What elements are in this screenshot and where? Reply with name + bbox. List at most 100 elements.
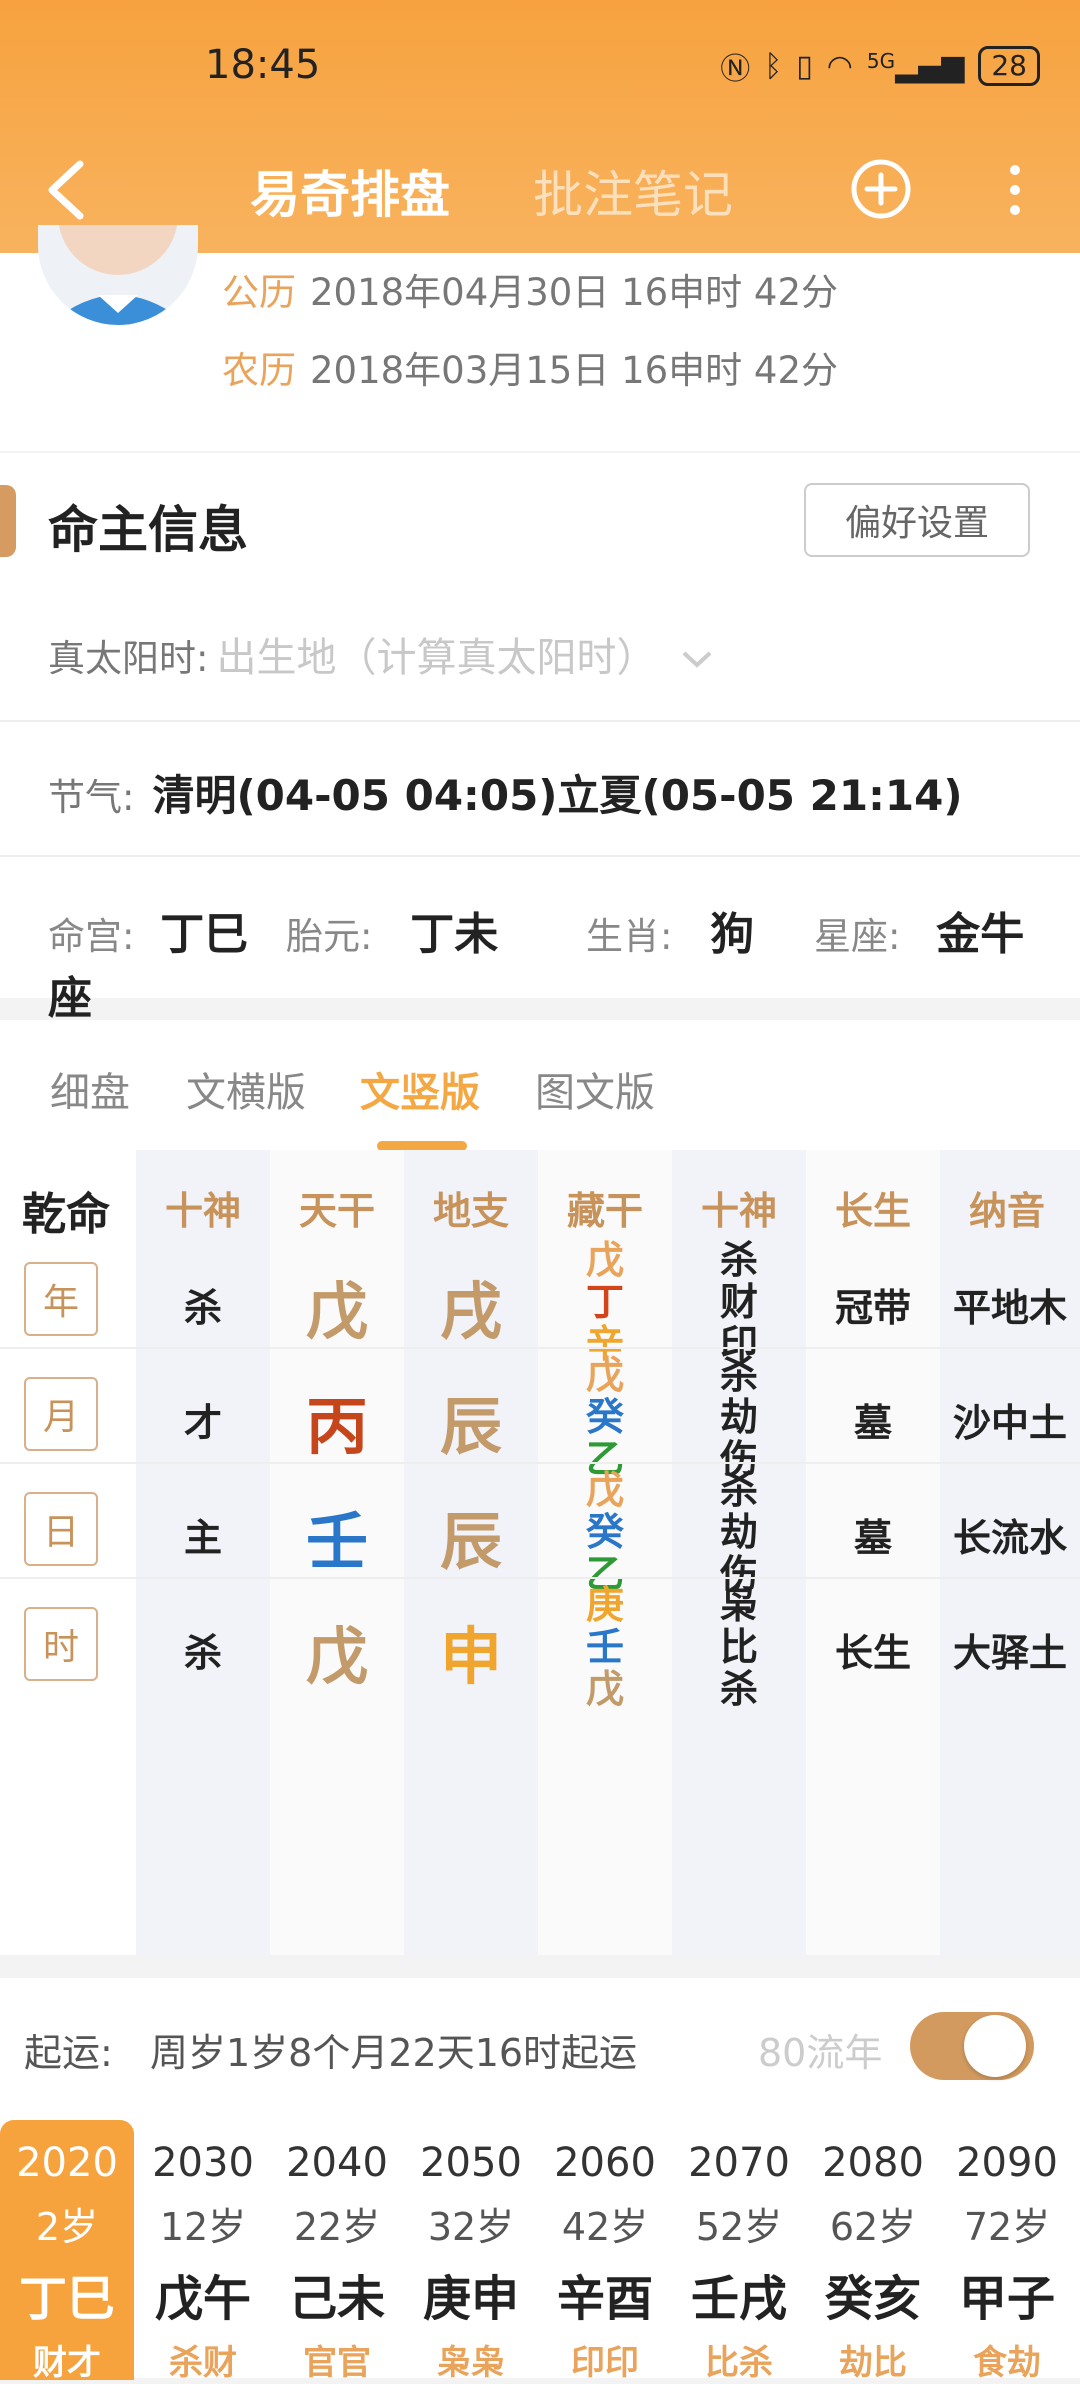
luck-ss: 印印 [571,2343,639,2383]
luck-year: 2050 [420,2140,522,2186]
signal-icon: 5G▂▄▆ [866,48,965,84]
luck-ss: 比杀 [705,2343,773,2383]
minggong-value: 丁巳 [160,909,249,960]
bluetooth-icon: ᛒ [764,48,783,84]
nayin-cell: 长流水 [952,1516,1067,1560]
tab-xipan[interactable]: 细盘 [50,1060,130,1118]
luck-column[interactable]: 2070 52岁 壬戌 比杀 [672,2120,806,2383]
luck-column[interactable]: 2050 32岁 庚申 枭枭 [404,2120,538,2383]
header-shishen: 十神 [164,1189,241,1233]
header-nayin: 纳音 [968,1189,1045,1233]
lunar-date-label: 农历 [222,349,296,392]
luck-age: 32岁 [427,2205,515,2249]
luck-year: 2070 [688,2140,790,2186]
nayin-cell: 平地木 [952,1286,1067,1330]
chevron-down-icon [680,637,714,680]
solar-date-row: 公历 2018年04月30日 16申时 42分 [222,262,838,316]
lunar-date-row: 农历 2018年03月15日 16申时 42分 [222,340,838,394]
more-menu-button[interactable] [1000,160,1030,220]
luck-column[interactable]: 2030 12岁 戊午 杀财 [136,2120,270,2383]
canggan-cell: 庚壬戊 [538,1584,672,1710]
xingzuo-label: 星座: [814,915,901,958]
divider [0,855,1080,857]
header-shishen-2: 十神 [700,1189,777,1233]
luck-ss: 官官 [303,2343,371,2383]
shishen-char: 劫 [719,1395,758,1439]
tiangan-cell: 壬 [305,1505,368,1578]
changsheng-cell: 长生 [834,1631,911,1675]
pillar-tag[interactable]: 日 [24,1492,98,1566]
solar-date-value: 2018年04月30日 16申时 42分 [310,271,839,314]
pillar-tag[interactable]: 年 [24,1262,98,1336]
luck-year: 2020 [16,2140,118,2186]
luck-ss: 财才 [33,2343,101,2383]
luck-column[interactable]: 2020 2岁 丁巳 财才 [0,2120,134,2383]
dizhi-cell: 辰 [439,1390,502,1463]
luck-age: 72岁 [963,2205,1051,2249]
true-solar-time-label: 真太阳时: [48,637,209,680]
nav-notes-tab[interactable]: 批注笔记 [533,155,733,227]
shishen-char: 财 [719,1280,758,1324]
pillar-tag[interactable]: 月 [24,1377,98,1451]
luck-start-label: 起运: [24,2031,113,2075]
changsheng-cell: 冠带 [834,1286,911,1330]
chart-corner-label: 乾命 [22,1189,110,1240]
pillar-tag[interactable]: 时 [24,1607,98,1681]
chevron-left-icon [48,160,84,220]
section-title: 命主信息 [48,501,248,559]
preference-settings-button[interactable]: 偏好设置 [804,483,1030,557]
luck-gz: 癸亥 [824,2271,921,2327]
luck-column[interactable]: 2040 22岁 己未 官官 [270,2120,404,2383]
luck-column[interactable]: 2090 72岁 甲子 食劫 [940,2120,1074,2383]
luck-year: 2040 [286,2140,388,2186]
shishen-char: 杀 [719,1238,758,1282]
canggan-char: 癸 [585,1510,624,1554]
tab-wenshu[interactable]: 文竖版 [360,1060,480,1118]
section-accent-bar [0,485,16,557]
shishen-char: 比 [719,1625,758,1669]
shishen-char: 杀 [719,1667,758,1711]
flow-year-label: 80流年 [758,2031,883,2075]
luck-column[interactable]: 2060 42岁 辛酉 印印 [538,2120,672,2383]
tab-tuwen[interactable]: 图文版 [535,1060,655,1118]
canggan-char: 癸 [585,1395,624,1439]
palace-row: 命宫: 丁巳 胎元: 丁未 生肖: 狗 星座: 金牛座 [48,898,1048,1026]
luck-gz: 壬戌 [690,2271,787,2327]
shishen-char: 劫 [719,1510,758,1554]
canggan-char: 壬 [585,1625,624,1669]
canggan-char: 戊 [585,1238,624,1282]
jieqi-row: 节气: 清明(04-05 04:05)立夏(05-05 21:14) [48,762,963,823]
canggan-char: 庚 [585,1583,624,1627]
changsheng-cell: 墓 [853,1401,892,1445]
nav-title-tab[interactable]: 易奇排盘 [250,155,450,227]
shishen-char: 枭 [719,1583,758,1627]
more-vertical-icon [1010,165,1020,215]
add-button[interactable] [850,158,912,220]
shishen-cell: 主 [183,1516,222,1560]
true-solar-time-row[interactable]: 真太阳时: 出生地（计算真太阳时） [48,625,714,683]
tiangan-cell: 丙 [305,1390,368,1463]
shengxiao-value: 狗 [710,909,755,960]
luck-ss: 食劫 [973,2343,1041,2383]
luck-age: 2岁 [35,2205,99,2249]
plus-circle-icon [851,159,911,219]
shishen-char: 杀 [719,1468,758,1512]
taiyuan-label: 胎元: [286,915,373,958]
back-button[interactable] [40,150,100,230]
birthplace-select[interactable]: 出生地（计算真太阳时） [216,635,656,681]
luck-gz: 戊午 [154,2271,251,2327]
status-icons: Ⓝ ᛒ ▯ ◠ 5G▂▄▆ 28 [720,44,1040,88]
jieqi-label: 节气: [48,776,135,819]
luck-column[interactable]: 2080 62岁 癸亥 劫比 [806,2120,940,2383]
luck-gz: 甲子 [958,2271,1055,2327]
tab-wenheng[interactable]: 文横版 [186,1060,306,1118]
luck-age: 62岁 [829,2205,917,2249]
row-divider [0,1462,1080,1464]
shishen-char: 杀 [719,1353,758,1397]
canggan-char: 戊 [585,1468,624,1512]
row-divider [0,1577,1080,1579]
luck-ss: 杀财 [169,2343,237,2383]
luck-year: 2080 [822,2140,924,2186]
battery-icon: 28 [978,46,1040,86]
wifi-icon: ◠ [826,48,853,84]
